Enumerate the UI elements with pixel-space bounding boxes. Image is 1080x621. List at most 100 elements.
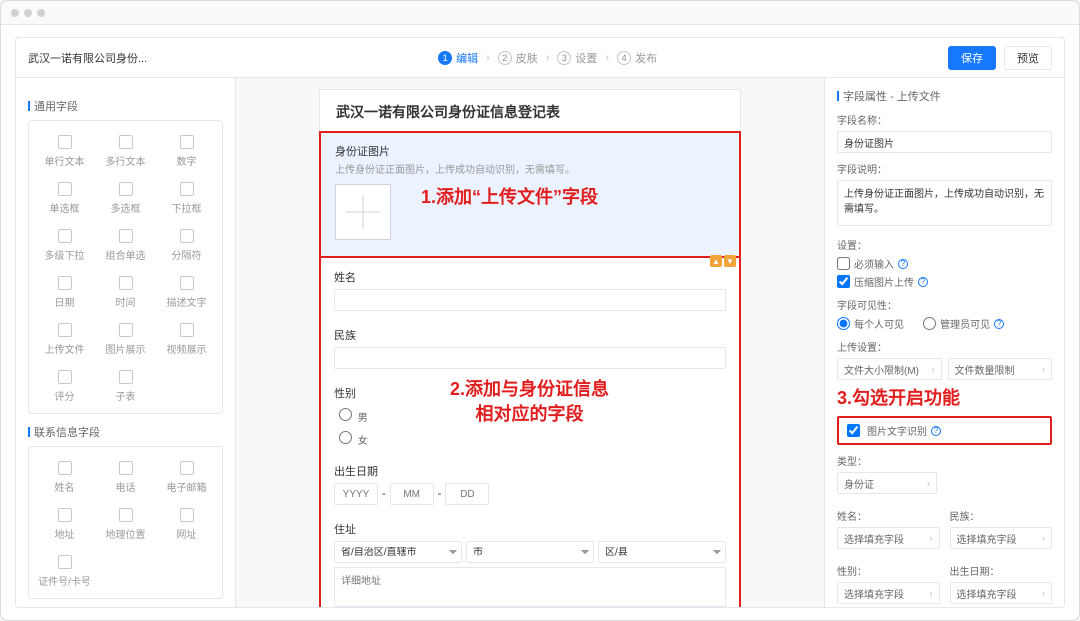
annotation-callout-1: 1.添加“上传文件”字段 (421, 183, 598, 209)
palette-item[interactable]: 电子邮箱 (157, 455, 216, 500)
palette-item[interactable]: 单选框 (35, 176, 94, 221)
field-type-icon (119, 508, 133, 522)
field-type-icon (180, 461, 194, 475)
palette-item[interactable]: 时间 (96, 270, 155, 315)
field-type-icon (119, 370, 133, 384)
file-count-limit-select[interactable]: 文件数量限制› (948, 358, 1053, 380)
step-edit[interactable]: 1 编辑 (438, 50, 478, 66)
map-gender-select[interactable]: 选择填充字段› (837, 582, 940, 604)
help-icon[interactable]: ? (898, 259, 908, 269)
palette-item[interactable]: 数字 (157, 129, 216, 174)
palette-item[interactable]: 上传文件 (35, 317, 94, 362)
field-birthdate[interactable]: 出生日期 - - (320, 455, 740, 513)
step-skin[interactable]: 2 皮肤 (498, 50, 538, 66)
palette-item[interactable]: 日期 (35, 270, 94, 315)
birth-month-input[interactable] (390, 483, 434, 505)
palette-item[interactable]: 证件号/卡号 (35, 549, 94, 594)
field-type-icon (58, 508, 72, 522)
field-type-icon (58, 182, 72, 196)
properties-title: 字段属性 - 上传文件 (837, 88, 1052, 104)
palette-item[interactable]: 组合单选 (96, 223, 155, 268)
gender-option-male[interactable]: 男 (334, 405, 726, 424)
palette-item[interactable]: 下拉框 (157, 176, 216, 221)
field-type-icon (180, 182, 194, 196)
field-type-icon (119, 229, 133, 243)
compress-checkbox[interactable] (837, 275, 850, 288)
palette-item-label: 子表 (116, 388, 136, 403)
address-province-select[interactable]: 省/自治区/直辖市 (334, 541, 462, 563)
palette-item[interactable]: 姓名 (35, 455, 94, 500)
help-icon[interactable]: ? (918, 277, 928, 287)
field-type-icon (58, 555, 72, 569)
step-settings[interactable]: 3 设置 (557, 50, 597, 66)
required-checkbox[interactable] (837, 257, 850, 270)
prop-desc-input[interactable]: 上传身份证正面图片，上传成功自动识别，无需填写。 (837, 180, 1052, 226)
field-type-icon (119, 461, 133, 475)
help-icon[interactable]: ? (994, 319, 1004, 329)
prop-name-input[interactable] (837, 131, 1052, 153)
palette-item-label: 组合单选 (106, 247, 146, 262)
prop-settings-label: 设置： (837, 237, 1052, 252)
palette-item[interactable]: 单行文本 (35, 129, 94, 174)
name-input[interactable] (334, 289, 726, 311)
field-nation[interactable]: 民族 (320, 319, 740, 377)
palette-item[interactable]: 网址 (157, 502, 216, 547)
address-district-select[interactable]: 区/县 (598, 541, 726, 563)
field-address[interactable]: 住址 省/自治区/直辖市 市 区/县 (320, 513, 740, 607)
preview-button[interactable]: 预览 (1004, 46, 1052, 70)
prop-desc-label: 字段说明： (837, 161, 1052, 176)
palette-item[interactable]: 评分 (35, 364, 94, 409)
field-gender[interactable]: 性别 男 女 (320, 377, 740, 455)
palette-item-label: 单行文本 (45, 153, 85, 168)
visibility-admin-radio[interactable] (923, 317, 936, 330)
file-size-limit-select[interactable]: 文件大小限制(M)› (837, 358, 942, 380)
palette-item[interactable]: 子表 (96, 364, 155, 409)
field-type-icon (58, 276, 72, 290)
chevron-right-icon: › (605, 52, 609, 64)
ocr-type-select[interactable]: 身份证› (837, 472, 937, 494)
help-icon[interactable]: ? (931, 426, 941, 436)
palette-item-label: 数字 (177, 153, 197, 168)
field-hint: 上传身份证正面图片，上传成功自动识别，无需填写。 (335, 161, 725, 176)
address-city-select[interactable]: 市 (466, 541, 594, 563)
address-detail-input[interactable] (334, 567, 726, 607)
fields-group-outline: ▲▼ 姓名 民族 性别 (320, 257, 740, 607)
field-upload-selected[interactable]: 身份证图片 上传身份证正面图片，上传成功自动识别，无需填写。 1.添加“上传文件… (320, 132, 740, 257)
app-window: 武汉一诺有限公司身份... 1 编辑 › 2 皮肤 › 3 设置 (0, 0, 1080, 621)
birth-year-input[interactable] (334, 483, 378, 505)
ocr-checkbox[interactable]: 图片文字识别 ? (843, 421, 1046, 440)
birth-day-input[interactable] (445, 483, 489, 505)
palette-item[interactable]: 视频展示 (157, 317, 216, 362)
map-name-select[interactable]: 选择填充字段› (837, 527, 940, 549)
palette-item-label: 上传文件 (45, 341, 85, 356)
palette-item[interactable]: 多选框 (96, 176, 155, 221)
palette-item-label: 地址 (55, 526, 75, 541)
map-birth-select[interactable]: 选择填充字段› (950, 582, 1053, 604)
palette-item[interactable]: 分隔符 (157, 223, 216, 268)
palette-item[interactable]: 地理位置 (96, 502, 155, 547)
save-button[interactable]: 保存 (948, 46, 996, 70)
palette-item[interactable]: 电话 (96, 455, 155, 500)
palette-item-label: 多选框 (111, 200, 141, 215)
field-palette: 通用字段 单行文本多行文本数字单选框多选框下拉框多级下拉组合单选分隔符日期时间描… (16, 78, 236, 607)
upload-add-icon[interactable] (335, 184, 391, 240)
gender-option-female[interactable]: 女 (334, 428, 726, 447)
palette-item-label: 下拉框 (172, 200, 202, 215)
palette-item-label: 时间 (116, 294, 136, 309)
traffic-dot (24, 9, 32, 17)
palette-group-general: 单行文本多行文本数字单选框多选框 下拉框多级下拉组合单选分隔符日期时间 描述文字上传… (28, 120, 223, 414)
step-publish[interactable]: 4 发布 (617, 50, 657, 66)
palette-item[interactable]: 描述文字 (157, 270, 216, 315)
palette-item[interactable]: 地址 (35, 502, 94, 547)
form-title: 武汉一诺有限公司身份证信息登记表 (336, 102, 724, 122)
palette-group-title: 联系信息字段 (28, 424, 223, 440)
field-type-icon (180, 508, 194, 522)
field-name[interactable]: 姓名 (320, 261, 740, 319)
nation-input[interactable] (334, 347, 726, 369)
palette-item[interactable]: 多级下拉 (35, 223, 94, 268)
palette-item[interactable]: 多行文本 (96, 129, 155, 174)
chevron-right-icon: › (546, 52, 550, 64)
visibility-everyone-radio[interactable] (837, 317, 850, 330)
palette-item[interactable]: 图片展示 (96, 317, 155, 362)
map-nation-select[interactable]: 选择填充字段› (950, 527, 1053, 549)
